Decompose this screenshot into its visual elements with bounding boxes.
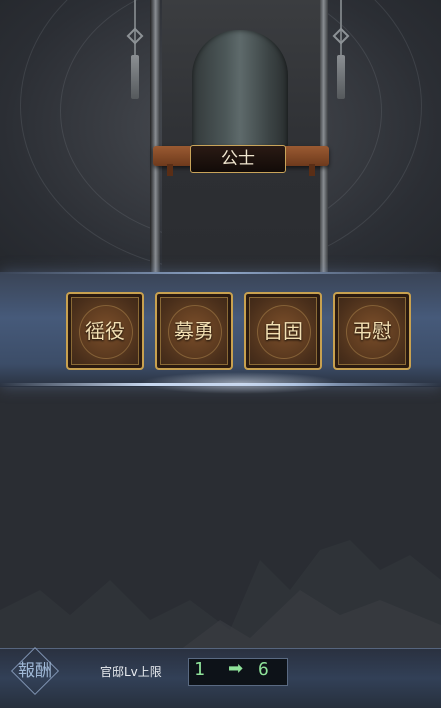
level-cap-to: 6 [258, 659, 269, 680]
tassel-icon [126, 0, 144, 100]
residence-level-cap-label: 官邸Lv上限 [100, 665, 162, 679]
mountain-backdrop [0, 540, 441, 650]
reward-button-yaoyi[interactable]: 徭役 [66, 292, 144, 370]
level-cap-from: 1 [194, 659, 205, 680]
reward-button-zigu[interactable]: 自固 [244, 292, 322, 370]
reward-button-diaowei[interactable]: 弔慰 [333, 292, 411, 370]
reward-label: 募勇 [174, 319, 214, 343]
arrow-right-icon: ➡ [228, 658, 244, 679]
reward-label: 自固 [263, 319, 303, 343]
band-glow [140, 372, 340, 394]
reward-toggle-label: 報酬 [18, 661, 52, 681]
band-divider-top [0, 272, 441, 274]
tassel-icon [332, 0, 350, 100]
reward-label: 徭役 [85, 319, 125, 343]
hat-icon [192, 30, 288, 150]
reward-toggle-button[interactable]: 報酬 [6, 646, 64, 696]
reward-button-muyong[interactable]: 募勇 [155, 292, 233, 370]
rank-name: 公士 [190, 145, 286, 173]
reward-label: 弔慰 [352, 319, 392, 343]
